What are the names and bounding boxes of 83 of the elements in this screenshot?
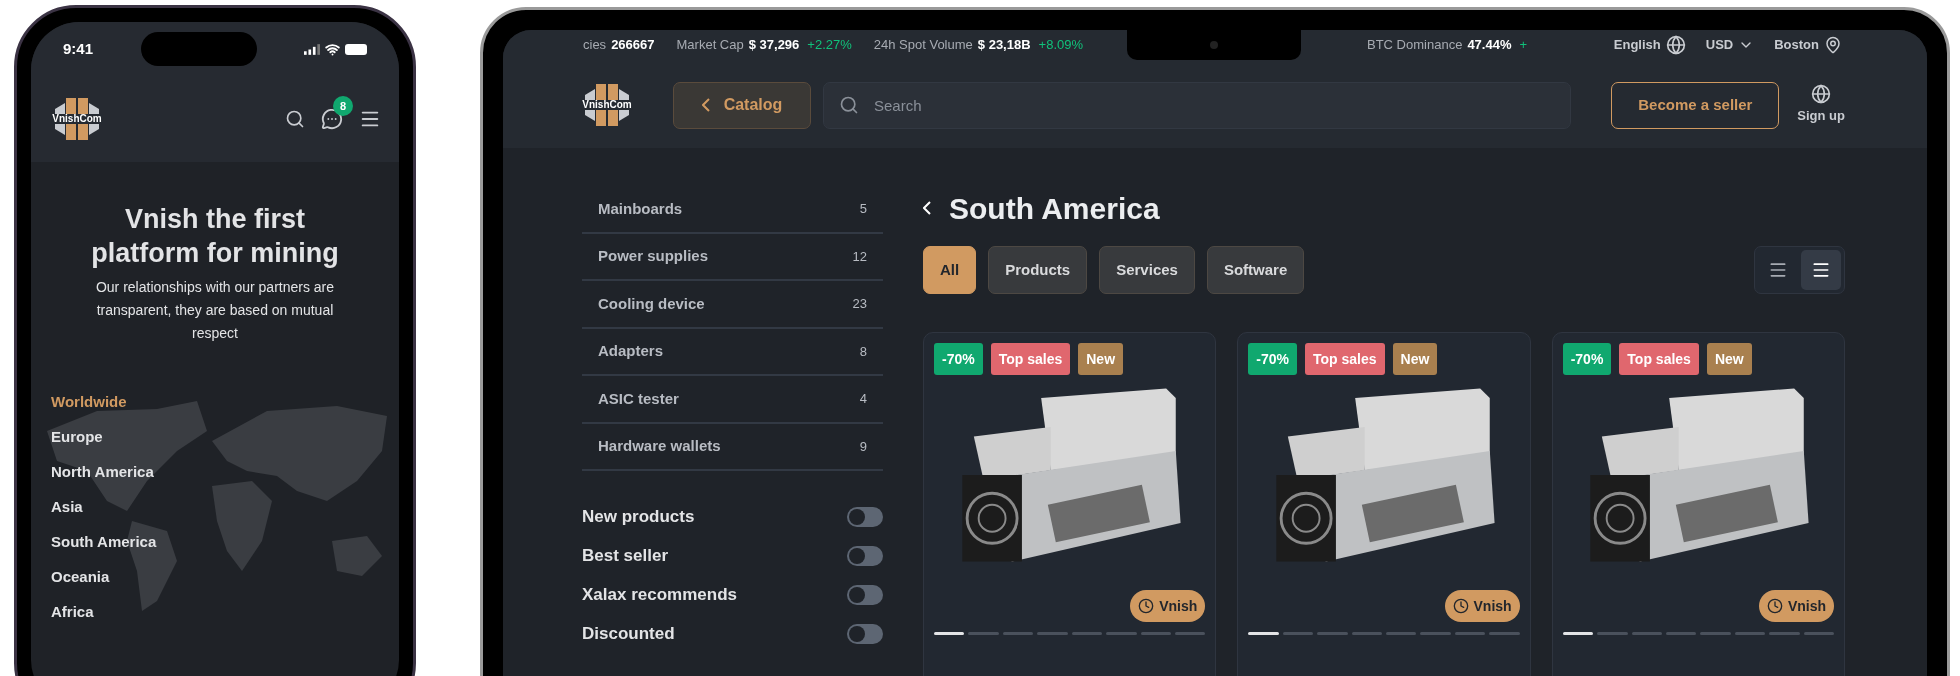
product-tag: Top sales	[1619, 343, 1699, 375]
filter-tab[interactable]: All	[923, 246, 977, 294]
category-item[interactable]: Adapters 8	[582, 328, 883, 376]
list-view-button[interactable]	[1801, 250, 1841, 290]
menu-icon	[1768, 260, 1788, 280]
wifi-icon	[325, 41, 340, 57]
region-link[interactable]: South America	[51, 525, 399, 560]
product-tag: Top sales	[1305, 343, 1385, 375]
region-link[interactable]: Asia	[51, 490, 399, 525]
page-title: South America	[949, 190, 1160, 227]
product-tag: -70%	[934, 343, 983, 375]
filter-tab[interactable]: Products	[988, 246, 1088, 294]
slide-indicator[interactable]	[934, 632, 965, 635]
toggle-switch[interactable]	[847, 584, 883, 605]
seller-badge: Vnish	[1758, 590, 1834, 622]
catalog-button[interactable]: Catalog	[673, 81, 811, 129]
category-item[interactable]: Cooling device 23	[582, 281, 883, 329]
notification-badge: 8	[333, 96, 353, 116]
filter-label: New products	[582, 505, 695, 528]
seller-badge: Vnish	[1130, 590, 1206, 622]
region-link[interactable]: Worldwide	[51, 385, 399, 420]
ticker-label: cies	[583, 36, 607, 55]
hero-title: Vnish the first platform for mining	[90, 203, 340, 270]
toggle-switch[interactable]	[847, 545, 883, 566]
product-tag: Top sales	[990, 343, 1071, 375]
logo-text: VnishCom	[581, 100, 633, 110]
currency-selector[interactable]: USD	[1705, 35, 1755, 55]
slide-indicator[interactable]	[1562, 632, 1594, 635]
search-icon[interactable]	[285, 109, 305, 129]
region-link[interactable]: Oceania	[51, 560, 399, 595]
ticker-change: +	[1519, 36, 1528, 55]
ticker-change: +8.09%	[1038, 36, 1084, 55]
battery-icon	[345, 43, 367, 55]
toggle-switch[interactable]	[847, 623, 883, 644]
ticker-label: BTC Dominance	[1367, 36, 1463, 55]
search-field[interactable]: Search	[823, 81, 1572, 129]
map-pin-icon	[1824, 36, 1842, 54]
logo-text: VnishCom	[51, 114, 103, 124]
filter-label: Best seller	[582, 544, 668, 567]
ticker-label: 24h Spot Volume	[873, 36, 973, 55]
menu-icon	[1811, 260, 1831, 280]
product-tag: New	[1078, 343, 1124, 375]
filter-label: Xalax recommends	[582, 583, 737, 606]
filter-label: Discounted	[582, 622, 675, 645]
category-item[interactable]: ASIC tester 4	[582, 376, 883, 424]
filter-tab[interactable]: Software	[1206, 246, 1305, 294]
become-seller-button[interactable]: Become a seller	[1611, 81, 1780, 129]
ticker-value: $ 37,296	[748, 36, 800, 55]
location-selector[interactable]: Boston	[1774, 35, 1842, 55]
seller-badge: Vnish	[1444, 590, 1520, 622]
region-link[interactable]: North America	[51, 455, 399, 490]
product-card[interactable]: -70% Top sales New Vnish	[923, 332, 1217, 676]
product-tag: -70%	[1562, 343, 1612, 375]
product-tag: -70%	[1248, 343, 1297, 375]
category-item[interactable]: Hardware wallets 9	[582, 423, 883, 471]
back-icon[interactable]	[923, 201, 931, 215]
region-link[interactable]: Europe	[51, 420, 399, 455]
language-selector[interactable]: English	[1613, 35, 1686, 55]
filter-tab[interactable]: Services	[1099, 246, 1195, 294]
search-icon	[839, 94, 859, 115]
product-tag: New	[1706, 343, 1752, 375]
clock-icon	[1766, 598, 1783, 614]
product-card[interactable]: -70% Top sales New Vnish	[1551, 332, 1845, 676]
toggle-switch[interactable]	[847, 506, 883, 527]
globe-icon	[1665, 35, 1686, 55]
ticker-label: Market Cap	[676, 36, 744, 55]
globe-icon	[1811, 84, 1832, 105]
sign-up-button[interactable]: Sign up	[1797, 84, 1845, 126]
hero-subtitle: Our relationships with our partners are transparent, they are based on mutual respect	[94, 278, 336, 343]
status-time: 9:41	[63, 38, 94, 59]
clock-icon	[1452, 598, 1469, 614]
ticker-value: 266667	[611, 36, 655, 55]
clock-icon	[1138, 598, 1155, 614]
signal-icon	[304, 43, 320, 55]
ticker-value: 47.44%	[1467, 36, 1512, 55]
region-link[interactable]: Africa	[51, 595, 399, 630]
category-item[interactable]: Mainboards 5	[582, 186, 883, 234]
category-item[interactable]: Power supplies 12	[582, 233, 883, 281]
ticker-change: +2.27%	[807, 36, 852, 55]
ticker-value: $ 23,18B	[977, 36, 1031, 55]
chat-icon[interactable]	[321, 108, 343, 130]
chevron-left-icon	[701, 98, 710, 112]
product-tag: New	[1392, 343, 1438, 375]
